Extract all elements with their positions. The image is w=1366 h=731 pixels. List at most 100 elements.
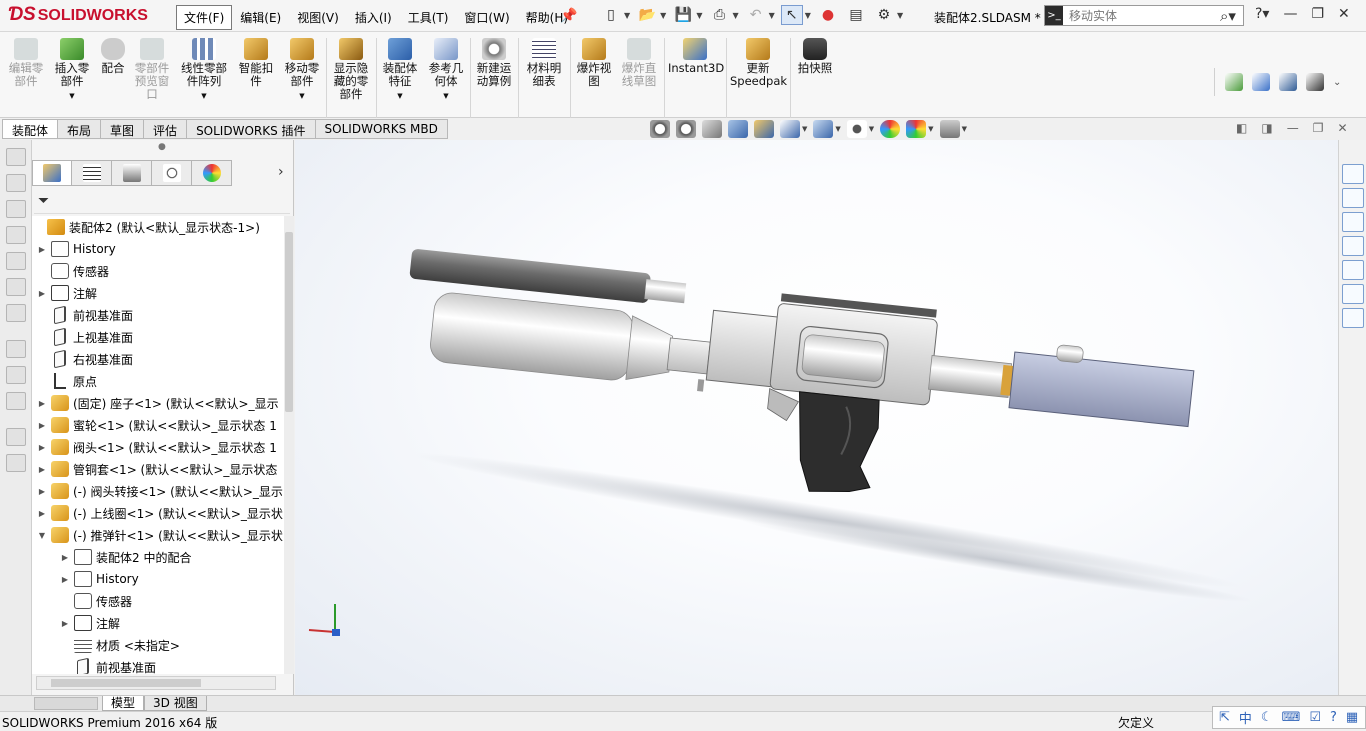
tree-row[interactable]: 右视基准面 [36, 348, 133, 370]
tab-model[interactable]: 模型 [102, 696, 145, 711]
show-hidden-components-button[interactable]: 显示隐 藏的零 部件 [330, 38, 372, 101]
menu-window[interactable]: 窗口(W) [456, 5, 517, 30]
tree-row[interactable]: ▶ 注解 [36, 282, 97, 304]
chevron-down-icon[interactable]: ▼ [426, 90, 466, 103]
tree-filter[interactable]: ⏷ [34, 192, 290, 214]
view-settings-icon[interactable] [939, 120, 960, 138]
component-preview-button[interactable]: 零部件 预览窗 口 [130, 38, 174, 101]
chevron-right-icon[interactable]: ▶ [36, 443, 48, 452]
tree-row[interactable]: 原点 [36, 370, 97, 392]
chevron-right-icon[interactable]: ▶ [59, 553, 71, 562]
previous-document-icon[interactable]: ◧ [1236, 121, 1247, 135]
tab-property-manager[interactable] [72, 160, 112, 186]
display-style-icon[interactable] [813, 120, 834, 138]
graphics-area[interactable] [295, 140, 1338, 695]
update-speedpak-button[interactable]: 更新 Speedpak [730, 38, 787, 88]
home-icon[interactable] [1342, 164, 1364, 184]
next-document-icon[interactable]: ◨ [1261, 121, 1272, 135]
command-search-box[interactable]: >_ 移动实体 ⌕▾ [1044, 5, 1244, 26]
tab-addins[interactable]: SOLIDWORKS 插件 [187, 119, 316, 139]
chevron-down-icon[interactable]: ▼ [380, 90, 420, 103]
tree-root-assembly[interactable]: 装配体2 (默认<默认_显示状态-1>) [32, 216, 260, 238]
tree-row[interactable]: ▶ (-) 阀头转接<1> (默认<<默认>_显示 [36, 480, 283, 502]
moon-icon[interactable]: ☾ [1261, 710, 1273, 725]
tab-mbd[interactable]: SOLIDWORKS MBD [315, 119, 448, 139]
edit-appearance-icon[interactable] [880, 120, 901, 138]
chevron-right-icon[interactable]: ▶ [59, 619, 71, 628]
toolbar-button-icon[interactable] [6, 148, 26, 166]
chevron-down-icon[interactable]: ▼ [52, 90, 92, 103]
chevron-right-icon[interactable]: › [278, 164, 284, 180]
chevron-right-icon[interactable]: ▶ [36, 289, 48, 298]
toolbar-button-icon[interactable] [6, 304, 26, 322]
tab-feature-tree[interactable] [32, 160, 72, 186]
minimize-icon[interactable]: — [1283, 6, 1297, 22]
ime-language[interactable]: 中 [1239, 708, 1252, 727]
scrollbar-thumb[interactable] [285, 232, 293, 412]
zoom-to-area-icon[interactable] [676, 120, 696, 138]
chevron-right-icon[interactable]: ▶ [36, 421, 48, 430]
previous-view-icon[interactable] [702, 120, 722, 138]
view-palette-icon[interactable] [1342, 236, 1364, 256]
chevron-down-icon[interactable]: ▼ [282, 90, 322, 103]
close-icon[interactable]: ✕ [1337, 121, 1347, 135]
tree-row[interactable]: ▼ (-) 推弹针<1> (默认<<默认>_显示状 [36, 524, 283, 546]
chevron-down-icon[interactable]: ⌄ [1333, 77, 1341, 88]
new-motion-study-button[interactable]: 新建运 动算例 [474, 38, 514, 88]
toolbar-button-icon[interactable] [6, 174, 26, 192]
restore-icon[interactable]: ❐ [1313, 121, 1324, 135]
toolbar-button-icon[interactable] [6, 428, 26, 446]
chevron-down-icon[interactable]: ▼ [176, 90, 232, 103]
select-arrow-icon[interactable]: ↖ [780, 5, 803, 25]
restore-icon[interactable]: ❐ [1311, 6, 1324, 22]
tab-3d-views[interactable]: 3D 视图 [144, 696, 207, 711]
keyboard-icon[interactable]: ⌨ [1282, 710, 1301, 725]
tree-row[interactable]: ▶ 管铜套<1> (默认<<默认>_显示状态 [36, 458, 277, 480]
measure-icon[interactable] [1252, 73, 1270, 91]
section-view-icon[interactable] [728, 120, 748, 138]
edit-component-button[interactable]: 编辑零 部件 [6, 38, 46, 88]
appearances-icon[interactable] [1342, 260, 1364, 280]
menu-view[interactable]: 视图(V) [289, 5, 347, 30]
sketch-icon[interactable] [1306, 73, 1324, 91]
tab-evaluate[interactable]: 评估 [144, 119, 188, 139]
tree-row[interactable]: 前视基准面 [36, 304, 133, 326]
print-icon[interactable]: ⎙ [708, 5, 730, 25]
assembly-features-button[interactable]: 装配体 特征 ▼ [380, 38, 420, 103]
chevron-down-icon[interactable]: ▼ [962, 125, 967, 133]
chevron-down-icon[interactable]: ▼ [869, 125, 874, 133]
mass-properties-icon[interactable] [1279, 73, 1297, 91]
tab-dimxpert-manager[interactable] [152, 160, 192, 186]
tree-row[interactable]: 上视基准面 [36, 326, 133, 348]
tree-row[interactable]: ▶ History [36, 238, 116, 260]
menu-file[interactable]: 文件(F) [176, 5, 233, 30]
close-icon[interactable]: ✕ [1338, 6, 1350, 22]
chevron-right-icon[interactable]: ▶ [36, 465, 48, 474]
search-input[interactable]: 移动实体 [1069, 7, 1213, 24]
tab-assembly[interactable]: 装配体 [2, 119, 59, 139]
tree-row[interactable]: ▶ 阀头<1> (默认<<默认>_显示状态 1 [36, 436, 277, 458]
open-folder-icon[interactable]: 📂 [636, 5, 658, 25]
toolbar-button-icon[interactable] [6, 366, 26, 384]
new-document-icon[interactable]: ▯ [600, 5, 622, 25]
spell-check-icon[interactable] [1225, 73, 1243, 91]
tab-display-manager[interactable] [192, 160, 232, 186]
menu-edit[interactable]: 编辑(E) [232, 5, 289, 30]
chevron-down-icon[interactable]: ▼ [805, 11, 811, 20]
chevron-right-icon[interactable]: ▶ [59, 575, 71, 584]
tree-vertical-scrollbar[interactable] [284, 216, 294, 674]
file-properties-icon[interactable]: ▤ [845, 5, 867, 25]
file-explorer-icon[interactable] [1342, 212, 1364, 232]
reference-geometry-button[interactable]: 参考几 何体 ▼ [426, 38, 466, 103]
smart-fasteners-button[interactable]: 智能扣 件 [236, 38, 276, 88]
apply-scene-icon[interactable] [906, 120, 927, 138]
minimize-icon[interactable]: — [1287, 121, 1299, 135]
chevron-right-icon[interactable]: ▶ [36, 245, 48, 254]
chevron-down-icon[interactable]: ▼ [802, 125, 807, 133]
panel-grip-icon[interactable]: ● [158, 142, 166, 152]
tree-row[interactable]: 传感器 [36, 260, 109, 282]
rebuild-traffic-light-icon[interactable]: ● [817, 5, 839, 25]
mate-button[interactable]: 配合 [98, 38, 128, 75]
tree-row[interactable]: ▶ 蜜轮<1> (默认<<默认>_显示状态 1 [36, 414, 277, 436]
take-snapshot-button[interactable]: 拍快照 [794, 38, 836, 75]
